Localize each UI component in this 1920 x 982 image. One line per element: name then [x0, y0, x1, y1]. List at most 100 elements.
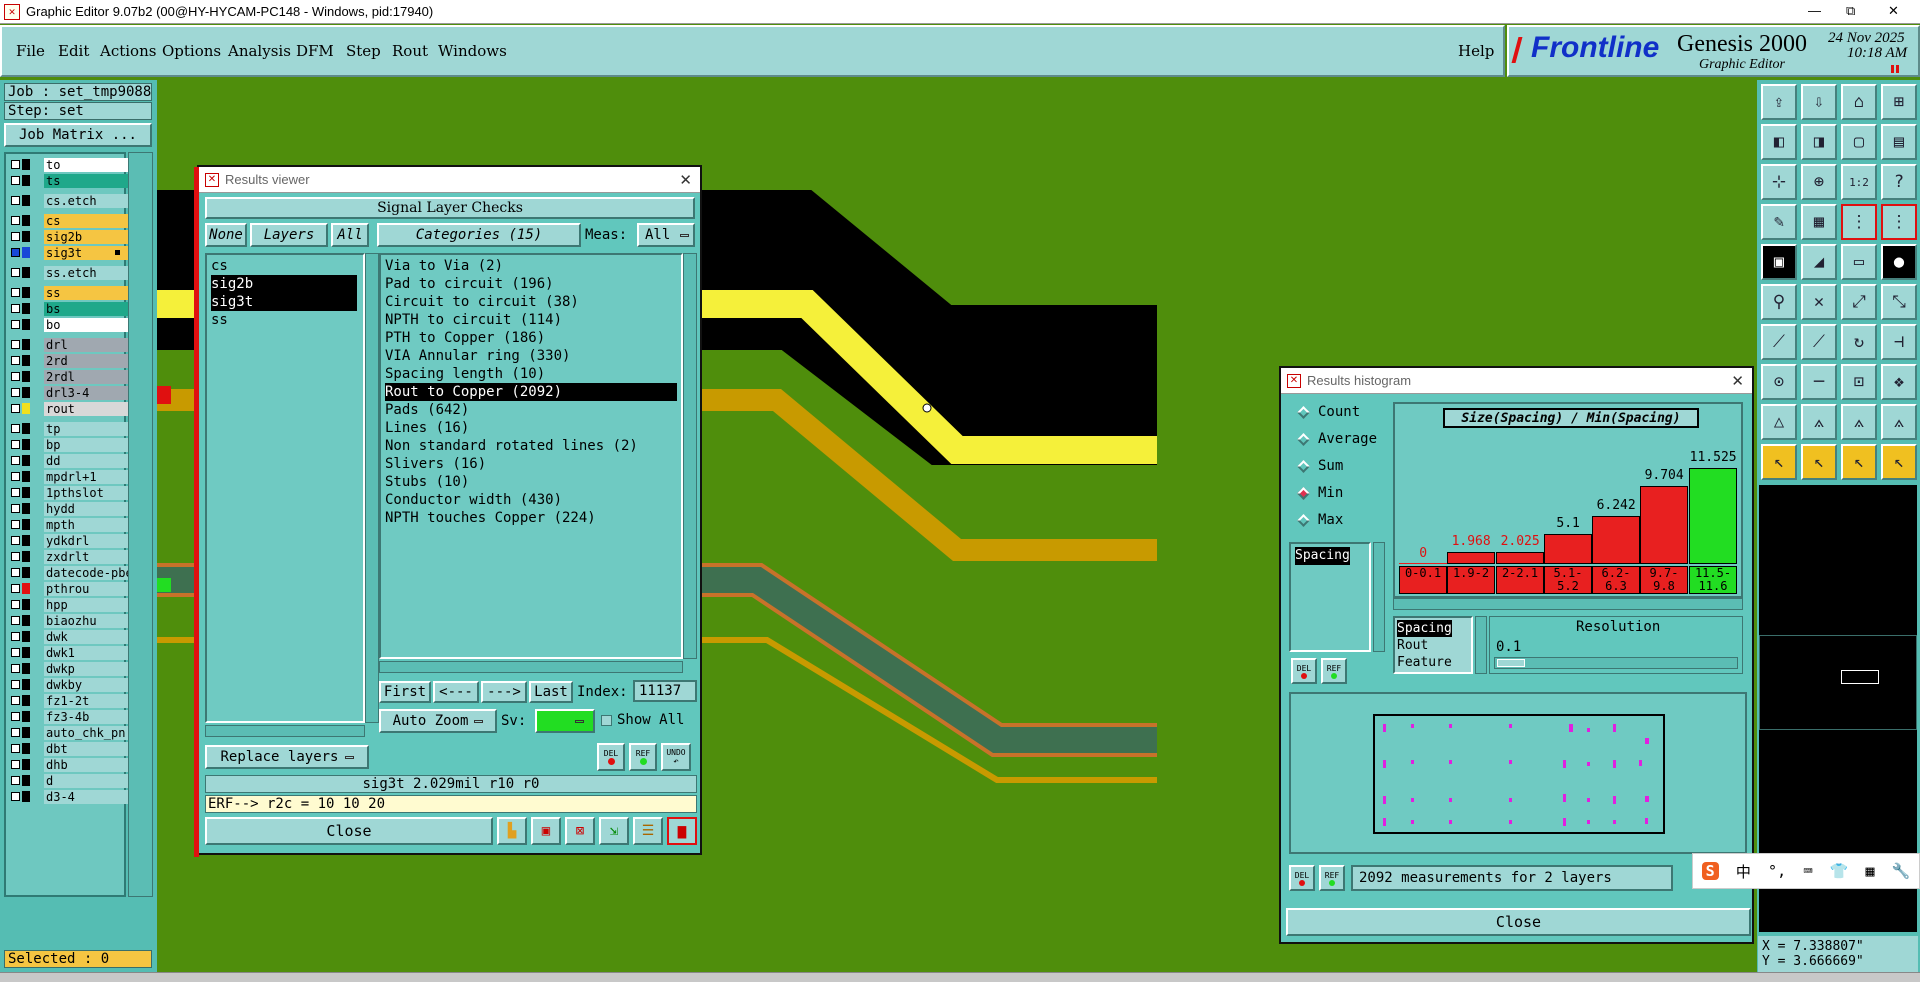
category-item[interactable]: Rout to Copper (2092) [385, 383, 677, 401]
align-tool-icon[interactable]: ⊣ [1881, 324, 1917, 360]
layer-row-mpdrl+1[interactable]: mpdrl+1 [8, 470, 132, 484]
layer-checkbox[interactable] [11, 340, 20, 349]
home-tool-icon[interactable]: ⌂ [1841, 84, 1877, 120]
mode-radio-sum[interactable]: Sum [1297, 458, 1343, 474]
grid-tool-icon[interactable]: ⊞ [1881, 84, 1917, 120]
resolution-slider-thumb[interactable] [1497, 659, 1525, 667]
pad-tool-icon[interactable]: ● [1881, 244, 1917, 280]
layer-row-hydd[interactable]: hydd [8, 502, 132, 516]
layer-row-pthrou[interactable]: pthrou [8, 582, 132, 596]
lines-tool-icon[interactable]: ▤ [1881, 124, 1917, 160]
mode-radio-max[interactable]: Max [1297, 512, 1343, 528]
list-item-spacing[interactable]: Spacing [1295, 547, 1350, 565]
box-tool-icon[interactable]: ⊡ [1841, 364, 1877, 400]
result-layer-item[interactable]: sig2b [211, 275, 357, 293]
item-list-scrollbar[interactable] [1373, 542, 1385, 652]
layer-checkbox[interactable] [11, 616, 20, 625]
layer-checkbox[interactable] [11, 404, 20, 413]
cross-tool-icon[interactable]: ✕ [1801, 284, 1837, 320]
cursor4-tool-icon[interactable]: ↖ [1881, 444, 1917, 480]
close-window-button[interactable]: ✕ [1888, 3, 1899, 19]
tri4-tool-icon[interactable]: ⟑ [1881, 404, 1917, 440]
layer-checkbox[interactable] [11, 600, 20, 609]
sv-color-dropdown[interactable] [535, 709, 595, 733]
category-item[interactable]: Pads (642) [385, 401, 677, 419]
cursor2-tool-icon[interactable]: ↖ [1801, 444, 1837, 480]
show-all-checkbox[interactable] [601, 715, 612, 726]
results-close-button[interactable]: Close [205, 817, 493, 845]
layer-checkbox[interactable] [11, 268, 20, 277]
layer-row-2rd[interactable]: 2rd [8, 354, 132, 368]
result-layer-item[interactable]: cs [211, 257, 357, 275]
group-rout[interactable]: Rout [1397, 637, 1428, 654]
menu-file[interactable]: File [16, 42, 45, 60]
layer-row-sig3t[interactable]: sig3t [8, 246, 132, 260]
layer-row-dwkby[interactable]: dwkby [8, 678, 132, 692]
layer-checkbox[interactable] [11, 440, 20, 449]
layer-row-dbt[interactable]: dbt [8, 742, 132, 756]
layer-checkbox[interactable] [11, 372, 20, 381]
layer-checkbox[interactable] [11, 680, 20, 689]
layer-row-biaozhu[interactable]: biaozhu [8, 614, 132, 628]
keyboard-icon[interactable]: ⌨ [1803, 862, 1812, 880]
category-list[interactable]: Via to Via (2) Pad to circuit (196) Circui… [379, 253, 683, 659]
measure1-tool-icon[interactable]: ⋮ [1841, 204, 1877, 240]
resolution-slider[interactable] [1494, 657, 1738, 669]
layer-checkbox[interactable] [11, 388, 20, 397]
menu-edit[interactable]: Edit [58, 42, 89, 60]
layer-results-list[interactable]: cs sig2b sig3t ss [205, 253, 365, 723]
shrink-tool-icon[interactable]: ⤡ [1881, 284, 1917, 320]
layer-checkbox[interactable] [11, 520, 20, 529]
group-list-scrollbar[interactable] [1475, 616, 1487, 674]
layer-checkbox[interactable] [11, 664, 20, 673]
chart-tool-icon[interactable]: ▙ [497, 817, 527, 845]
overview-viewport-rect[interactable] [1841, 670, 1879, 684]
shape-tool-icon[interactable]: ◢ [1801, 244, 1837, 280]
category-item[interactable]: Via to Via (2) [385, 257, 677, 275]
layer-checkbox[interactable] [11, 160, 20, 169]
export-tool-icon[interactable]: ⇲ [599, 817, 629, 845]
layer-row-dwk[interactable]: dwk [8, 630, 132, 644]
category-list-vscroll[interactable] [683, 253, 697, 659]
category-item[interactable]: VIA Annular ring (330) [385, 347, 677, 365]
category-item[interactable]: Non standard rotated lines (2) [385, 437, 677, 455]
layer-checkbox[interactable] [11, 176, 20, 185]
line1-tool-icon[interactable]: ⟋ [1761, 324, 1797, 360]
histogram-titlebar[interactable]: ✕ Results histogram ✕ [1281, 368, 1752, 394]
chart-hscroll[interactable] [1393, 598, 1743, 610]
job-matrix-button[interactable]: Job Matrix ... [4, 123, 152, 147]
histogram-bin-label[interactable]: 11.5-11.6 [1689, 566, 1737, 594]
layer-row-1pthslot[interactable]: 1pthslot [8, 486, 132, 500]
last-button[interactable]: Last [529, 681, 573, 703]
layer-checkbox[interactable] [11, 216, 20, 225]
layer-row-drl[interactable]: drl [8, 338, 132, 352]
target-tool-icon[interactable]: ⊙ [1761, 364, 1797, 400]
scale-tool-icon[interactable]: 1:2 [1841, 164, 1877, 200]
category-item[interactable]: Spacing length (10) [385, 365, 677, 383]
menu-help[interactable]: Help [1458, 42, 1494, 60]
histogram-bar[interactable] [1496, 552, 1544, 564]
layer-checkbox[interactable] [11, 728, 20, 737]
skin-icon[interactable]: 👕 [1830, 862, 1849, 880]
meas-dropdown[interactable]: All [637, 223, 695, 247]
category-item[interactable]: Slivers (16) [385, 455, 677, 473]
histogram-bar[interactable] [1640, 486, 1688, 564]
fitall-tool-icon[interactable]: ⊕ [1801, 164, 1837, 200]
delete-tool-icon[interactable]: ⊠ [565, 817, 595, 845]
layer-row-auto_chk_pn[interactable]: auto_chk_pn [8, 726, 132, 740]
layer-row-dd[interactable]: dd [8, 454, 132, 468]
index-input[interactable]: 11137 [633, 680, 697, 702]
histogram-bar[interactable] [1399, 563, 1447, 564]
undo-button[interactable]: UNDO ↶ [661, 743, 691, 771]
result-layer-item[interactable]: sig3t [211, 293, 357, 311]
menu-options[interactable]: Options [162, 42, 221, 60]
select-tool-icon[interactable]: ⚲ [1761, 284, 1797, 320]
menu-analysis[interactable]: Analysis [228, 42, 291, 60]
apps-grid-icon[interactable]: ▦ [1865, 862, 1874, 880]
tri1-tool-icon[interactable]: △ [1761, 404, 1797, 440]
layer-checkbox[interactable] [11, 792, 20, 801]
segment-tool-icon[interactable]: ─ [1801, 364, 1837, 400]
histogram-bin-label[interactable]: 0-0.1 [1399, 566, 1447, 594]
prev-button[interactable]: <--- [433, 681, 479, 703]
layer-row-datecode-pbe[interactable]: datecode-pbe [8, 566, 132, 580]
